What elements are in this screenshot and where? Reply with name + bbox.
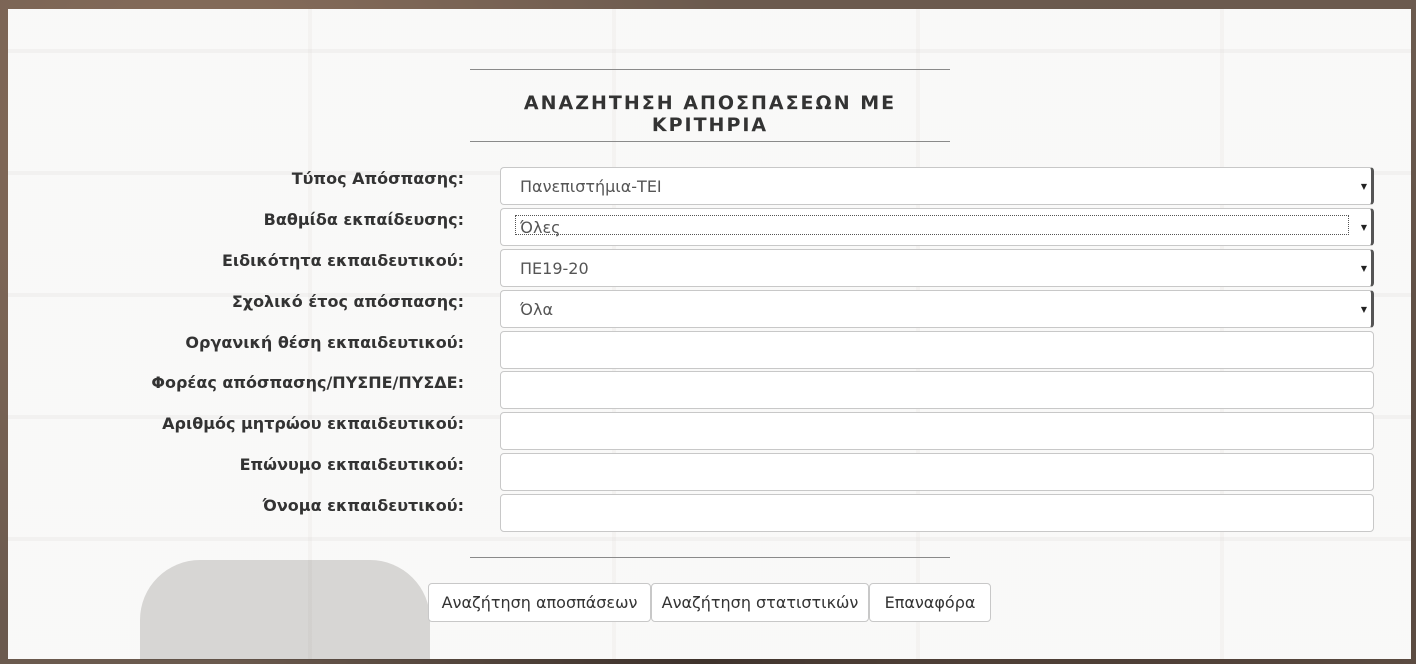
select-level[interactable]: Όλες ▼ — [500, 208, 1374, 246]
select-specialty[interactable]: ΠΕ19-20 ▼ — [500, 249, 1374, 287]
search-statistics-button[interactable]: Αναζήτηση στατιστικών — [651, 583, 869, 622]
label-specialty: Ειδικότητα εκπαιδευτικού: — [222, 251, 464, 270]
page-title: ΑΝΑΖΗΤΗΣΗ ΑΠΟΣΠΑΣΕΩΝ ΜΕ ΚΡΙΤΗΡΙΑ — [523, 92, 897, 136]
label-first-name: Όνομα εκπαιδευτικού: — [262, 496, 464, 515]
form-bottom-divider — [470, 557, 950, 558]
label-type: Τύπος Απόσπασης: — [291, 169, 464, 188]
input-first-name[interactable] — [500, 494, 1374, 532]
label-school-year: Σχολικό έτος απόσπασης: — [231, 292, 464, 311]
select-school-year[interactable]: Όλα ▼ — [500, 290, 1374, 328]
input-surname[interactable] — [500, 453, 1374, 491]
input-secondment-body[interactable] — [500, 371, 1374, 409]
search-secondments-button[interactable]: Αναζήτηση αποσπάσεων — [428, 583, 651, 622]
label-registry-number: Αριθμός μητρώου εκπαιδευτικού: — [162, 414, 464, 433]
triangle-down-icon: ▼ — [1360, 305, 1367, 314]
focus-ring — [515, 215, 1349, 235]
select-specialty-value: ΠΕ19-20 — [520, 259, 589, 278]
label-secondment-body: Φορέας απόσπασης/ΠΥΣΠΕ/ΠΥΣΔΕ: — [151, 373, 464, 392]
input-organic-position[interactable] — [500, 331, 1374, 369]
triangle-down-icon: ▼ — [1360, 264, 1367, 273]
select-level-value: Όλες — [520, 218, 561, 237]
title-top-divider — [470, 69, 950, 70]
triangle-down-icon: ▼ — [1360, 223, 1367, 232]
triangle-down-icon: ▼ — [1360, 182, 1367, 191]
reset-button[interactable]: Επαναφόρα — [869, 583, 991, 622]
title-bottom-divider — [470, 141, 950, 142]
input-registry-number[interactable] — [500, 412, 1374, 450]
label-surname: Επώνυμο εκπαιδευτικού: — [239, 455, 464, 474]
label-level: Βαθμίδα εκπαίδευσης: — [263, 210, 464, 229]
select-type-value: Πανεπιστήμια-ΤΕΙ — [520, 177, 662, 196]
select-type[interactable]: Πανεπιστήμια-ΤΕΙ ▼ — [500, 167, 1374, 205]
background-mug-image — [140, 560, 430, 660]
label-organic-position: Οργανική θέση εκπαιδευτικού: — [185, 333, 464, 352]
select-school-year-value: Όλα — [520, 300, 554, 319]
